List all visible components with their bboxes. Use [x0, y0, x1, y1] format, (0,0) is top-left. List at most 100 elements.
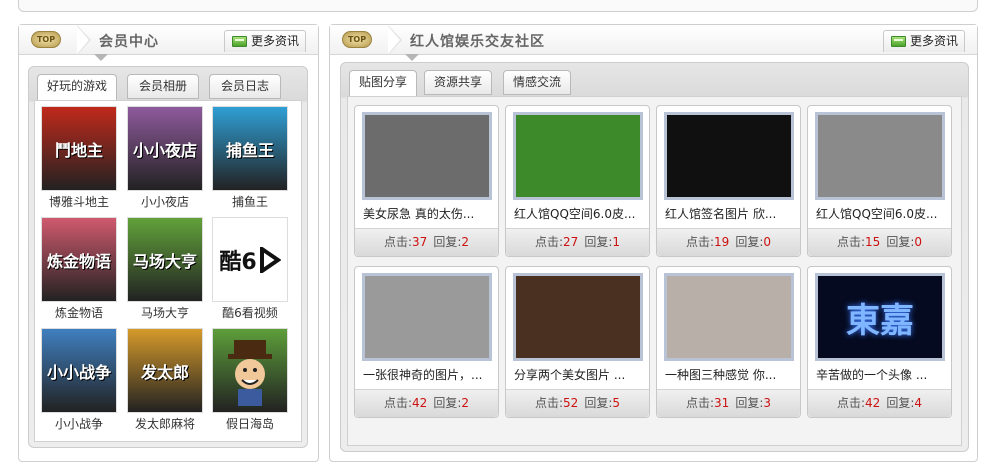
game-name[interactable]: 酷6看视频	[208, 304, 292, 321]
replies-count: 3	[763, 396, 771, 410]
thumbnail-text: 東嘉	[846, 300, 914, 341]
game-icon-label: 鬥地主	[54, 140, 103, 160]
photo-stats: 点击:31 回复:3	[657, 389, 800, 417]
game-icon[interactable]: 马场大亨	[127, 217, 203, 302]
photo-stats: 点击:15 回复:0	[808, 228, 951, 256]
clicks-label: 点击:	[836, 396, 866, 410]
game-name[interactable]: 捕鱼王	[208, 193, 292, 210]
game-icon[interactable]: 捕鱼王	[212, 106, 288, 191]
game-icon[interactable]: 小小战争	[41, 328, 117, 413]
photo-title[interactable]: 一张很神奇的图片，...	[363, 366, 493, 383]
photo-card[interactable]: 红人馆QQ空间6.0皮... 点击:15 回复:0	[807, 105, 952, 257]
game-icon-label: 马场大亨	[132, 251, 197, 271]
photo-card[interactable]: 红人馆签名图片 欣... 点击:19 回复:0	[656, 105, 801, 257]
photo-card[interactable]: 美女尿急 真的太伤... 点击:37 回复:2	[354, 105, 499, 257]
more-news-icon	[231, 36, 247, 47]
replies-count: 4	[914, 396, 922, 410]
game-item[interactable]: 小小夜店 小小夜店	[123, 103, 207, 211]
photo-card[interactable]: 红人馆QQ空间6.0皮... 点击:27 回复:1	[505, 105, 650, 257]
game-name[interactable]: 马场大亨	[123, 304, 207, 321]
photo-title[interactable]: 辛苦做的一个头像 ...	[816, 366, 946, 383]
game-item[interactable]: 马场大亨 马场大亨	[123, 214, 207, 322]
photo-thumbnail[interactable]	[362, 273, 492, 361]
photo-thumbnail[interactable]	[513, 112, 643, 200]
member-inner-box: 好玩的游戏 会员相册 会员日志 鬥地主 博雅斗地主 小小夜店 小小夜店 捕鱼王 …	[28, 66, 308, 448]
panel-header: TOP 会员中心 更多资讯	[19, 25, 318, 61]
photo-title[interactable]: 分享两个美女图片 ...	[514, 366, 644, 383]
replies-count: 0	[763, 235, 771, 249]
game-name[interactable]: 发太郎麻将	[123, 415, 207, 432]
photo-thumbnail[interactable]	[664, 273, 794, 361]
photo-title[interactable]: 美女尿急 真的太伤...	[363, 205, 493, 222]
photo-title[interactable]: 红人馆签名图片 欣...	[665, 205, 795, 222]
game-icon[interactable]: 发太郎	[127, 328, 203, 413]
game-icon[interactable]: 酷6	[212, 217, 288, 302]
game-item[interactable]: 发太郎 发太郎麻将	[123, 325, 207, 433]
more-news-icon	[890, 36, 906, 47]
photo-title[interactable]: 一种图三种感觉 你...	[665, 366, 795, 383]
tab-photo-share[interactable]: 贴图分享	[349, 70, 417, 97]
replies-label: 回复:	[735, 235, 764, 249]
game-icon-label: 酷6	[219, 249, 257, 275]
game-item[interactable]: 酷6 酷6看视频	[208, 214, 292, 322]
photo-card[interactable]: 東嘉 辛苦做的一个头像 ... 点击:42 回复:4	[807, 266, 952, 418]
clicks-count: 27	[563, 235, 579, 249]
clicks-label: 点击:	[685, 396, 715, 410]
game-icon[interactable]: 炼金物语	[41, 217, 117, 302]
game-icon[interactable]: 小小夜店	[127, 106, 203, 191]
tab-games[interactable]: 好玩的游戏	[37, 74, 117, 101]
replies-label: 回复:	[584, 235, 613, 249]
game-name[interactable]: 小小夜店	[123, 193, 207, 210]
game-item[interactable]: 假日海岛	[208, 325, 292, 433]
photo-thumbnail[interactable]	[664, 112, 794, 200]
game-item[interactable]: 捕鱼王 捕鱼王	[208, 103, 292, 211]
more-news-button[interactable]: 更多资讯	[223, 30, 306, 52]
header-separator	[77, 25, 93, 55]
tab-resource-share[interactable]: 资源共享	[424, 70, 492, 95]
play-icon	[259, 246, 281, 273]
game-icon[interactable]: 鬥地主	[41, 106, 117, 191]
game-icon-label: 炼金物语	[46, 251, 111, 271]
photo-card[interactable]: 分享两个美女图片 ... 点击:52 回复:5	[505, 266, 650, 418]
photo-card[interactable]: 一种图三种感觉 你... 点击:31 回复:3	[656, 266, 801, 418]
photo-thumbnail[interactable]: 東嘉	[815, 273, 945, 361]
photo-stats: 点击:27 回复:1	[506, 228, 649, 256]
replies-label: 回复:	[735, 396, 764, 410]
tab-emotion[interactable]: 情感交流	[503, 70, 571, 95]
game-item[interactable]: 炼金物语 炼金物语	[37, 214, 121, 322]
game-name[interactable]: 博雅斗地主	[37, 193, 121, 210]
photo-stats: 点击:42 回复:4	[808, 389, 951, 417]
clicks-label: 点击:	[685, 235, 715, 249]
game-item[interactable]: 小小战争 小小战争	[37, 325, 121, 433]
replies-count: 0	[914, 235, 922, 249]
game-name[interactable]: 假日海岛	[208, 415, 292, 432]
game-item[interactable]: 鬥地主 博雅斗地主	[37, 103, 121, 211]
game-icon-label: 小小战争	[46, 362, 111, 382]
photo-thumbnail[interactable]	[362, 112, 492, 200]
clicks-count: 19	[714, 235, 730, 249]
photo-stats: 点击:52 回复:5	[506, 389, 649, 417]
photo-stats: 点击:37 回复:2	[355, 228, 498, 256]
clicks-count: 42	[865, 396, 881, 410]
panel-header: TOP 红人馆娱乐交友社区 更多资讯	[330, 25, 977, 61]
replies-count: 5	[612, 396, 620, 410]
clicks-label: 点击:	[534, 235, 564, 249]
more-news-button[interactable]: 更多资讯	[882, 30, 965, 52]
photo-card[interactable]: 一张很神奇的图片，... 点击:42 回复:2	[354, 266, 499, 418]
game-name[interactable]: 炼金物语	[37, 304, 121, 321]
clicks-count: 52	[563, 396, 579, 410]
photo-thumbnail[interactable]	[513, 273, 643, 361]
game-name[interactable]: 小小战争	[37, 415, 121, 432]
tab-album[interactable]: 会员相册	[127, 74, 199, 99]
photo-title[interactable]: 红人馆QQ空间6.0皮...	[816, 205, 946, 222]
game-icon[interactable]	[212, 328, 288, 413]
photo-thumbnail[interactable]	[815, 112, 945, 200]
cartoon-face-icon	[228, 339, 272, 406]
tab-journal[interactable]: 会员日志	[209, 74, 281, 99]
top-badge-icon: TOP	[31, 31, 61, 48]
top-strip	[18, 0, 978, 12]
clicks-label: 点击:	[534, 396, 564, 410]
community-panel: TOP 红人馆娱乐交友社区 更多资讯 贴图分享 资源共享 情感交流 美女尿急 真…	[329, 24, 978, 462]
photo-title[interactable]: 红人馆QQ空间6.0皮...	[514, 205, 644, 222]
header-pointer-icon	[405, 54, 419, 61]
